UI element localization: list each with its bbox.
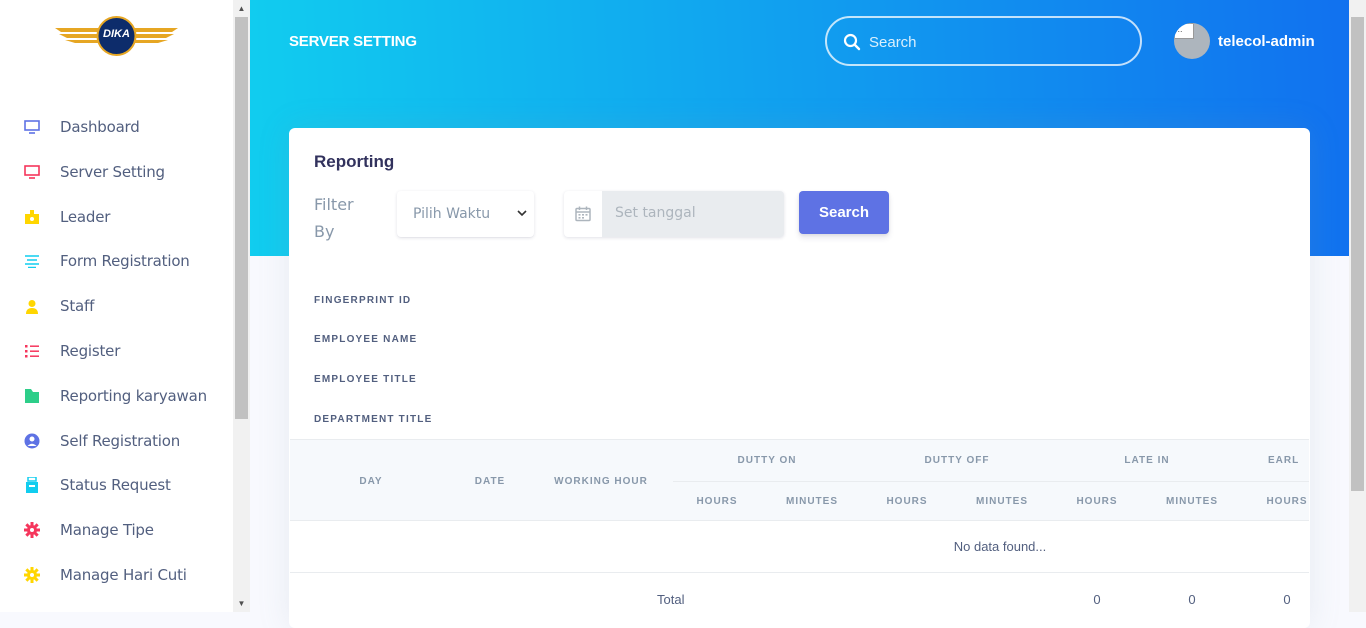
user-circle-icon: [23, 432, 40, 449]
scroll-up-icon[interactable]: ▲: [233, 0, 250, 17]
sub-minutes[interactable]: MINUTES: [967, 496, 1037, 507]
sidebar-item-label: Manage Hari Cuti: [60, 566, 187, 584]
badge-icon: [23, 208, 40, 225]
sidebar-item-label: Form Registration: [60, 252, 190, 271]
page-scrollbar[interactable]: [1349, 0, 1366, 612]
total-value: 0: [1188, 592, 1196, 607]
search-field[interactable]: [825, 16, 1142, 66]
gear-icon: [23, 567, 40, 584]
list-icon: [23, 343, 40, 360]
calendar-icon: [564, 191, 602, 237]
group-dutty-off[interactable]: DUTTY OFF: [907, 455, 1007, 466]
table-header: DAY DATE WORKING HOUR DUTTY ON DUTTY OFF…: [290, 439, 1309, 521]
sidebar-item-reporting-karyawan[interactable]: Reporting karyawan: [0, 376, 233, 416]
user-icon: [23, 298, 40, 315]
date-placeholder: Set tanggal: [615, 205, 696, 221]
scrollbar-thumb[interactable]: [235, 17, 248, 419]
sidebar-item-label: Reporting karyawan: [60, 386, 207, 405]
sidebar-item-form-registration[interactable]: Form Registration: [0, 241, 233, 281]
sidebar-item-label: Dashboard: [60, 118, 140, 136]
sidebar-item-dashboard[interactable]: Dashboard: [0, 107, 233, 147]
sidebar-item-label: Self Registration: [60, 431, 181, 450]
logo-text: DIKA: [103, 28, 130, 40]
sidebar-item-leader[interactable]: Leader: [0, 197, 233, 237]
sub-hours[interactable]: HOURS: [687, 496, 747, 507]
card-title: Reporting: [314, 152, 395, 171]
sidebar: DIKA Dashboard Server Setting Leader Form R…: [0, 0, 233, 612]
date-picker[interactable]: Set tanggal: [564, 191, 784, 237]
avatar-alt-text: ...: [1175, 24, 1183, 34]
group-late-in[interactable]: LATE IN: [1097, 455, 1197, 466]
table-row: No data found...: [290, 521, 1309, 573]
sidebar-item-label: Staff: [60, 297, 95, 316]
sub-hours[interactable]: HOURS: [877, 496, 937, 507]
total-value: 0: [1093, 592, 1101, 607]
sub-hours[interactable]: HOURS: [1257, 496, 1310, 507]
monitor-icon: [23, 119, 40, 136]
sidebar-item-manage-tipe[interactable]: Manage Tipe: [0, 510, 233, 550]
sidebar-item-label: Status Request: [60, 476, 171, 495]
search-icon: [843, 33, 861, 51]
page-title: SERVER SETTING: [289, 33, 417, 50]
sidebar-item-status-request[interactable]: Status Request: [0, 465, 233, 505]
total-label: Total: [657, 592, 685, 607]
search-input[interactable]: [869, 30, 1129, 54]
folder-icon: [23, 387, 40, 404]
sub-minutes[interactable]: MINUTES: [1157, 496, 1227, 507]
reporting-card: Reporting Filter By Pilih Waktu Set tang…: [289, 128, 1310, 628]
fingerprint-id-label: FINGERPRINT ID: [314, 295, 412, 306]
department-title-label: DEPARTMENT TITLE: [314, 414, 433, 425]
time-select[interactable]: Pilih Waktu: [397, 191, 534, 237]
sidebar-item-label: Leader: [60, 207, 111, 226]
group-early[interactable]: EARL: [1268, 455, 1310, 466]
employee-name-label: EMPLOYEE NAME: [314, 334, 418, 345]
scroll-down-icon[interactable]: ▼: [233, 595, 250, 612]
scrollbar-thumb[interactable]: [1351, 17, 1364, 491]
archive-icon: [23, 477, 40, 494]
empty-message: No data found...: [953, 539, 1047, 554]
sidebar-item-register[interactable]: Register: [0, 331, 233, 371]
time-select-value: Pilih Waktu: [413, 206, 491, 222]
gear-icon: [23, 522, 40, 539]
col-working-hour[interactable]: WORKING HOUR: [548, 476, 654, 487]
broken-image-icon: ...: [1174, 23, 1194, 39]
chevron-down-icon: [517, 210, 527, 217]
col-day[interactable]: DAY: [346, 476, 396, 487]
sidebar-item-label: Server Setting: [60, 162, 165, 181]
sidebar-item-manage-hari-cuti[interactable]: Manage Hari Cuti: [0, 555, 233, 595]
avatar[interactable]: ...: [1174, 23, 1210, 59]
total-value: 0: [1283, 592, 1291, 607]
monitor-icon: [23, 163, 40, 180]
search-button[interactable]: Search: [799, 191, 889, 234]
sidebar-item-staff[interactable]: Staff: [0, 286, 233, 326]
align-center-icon: [23, 253, 40, 270]
sidebar-item-label: Manage Tipe: [60, 521, 154, 540]
user-name[interactable]: telecol-admin: [1218, 33, 1315, 50]
filter-label: Filter By: [314, 195, 354, 241]
col-date[interactable]: DATE: [465, 476, 515, 487]
group-dutty-on[interactable]: DUTTY ON: [717, 455, 817, 466]
sub-hours[interactable]: HOURS: [1067, 496, 1127, 507]
employee-title-label: EMPLOYEE TITLE: [314, 374, 417, 385]
sidebar-scrollbar[interactable]: ▲ ▼: [233, 0, 250, 612]
sub-minutes[interactable]: MINUTES: [777, 496, 847, 507]
brand-logo[interactable]: DIKA: [53, 16, 180, 58]
sidebar-item-self-registration[interactable]: Self Registration: [0, 421, 233, 461]
header-divider: [673, 481, 1309, 482]
sidebar-item-server-setting[interactable]: Server Setting: [0, 152, 233, 192]
sidebar-item-label: Register: [60, 342, 121, 360]
